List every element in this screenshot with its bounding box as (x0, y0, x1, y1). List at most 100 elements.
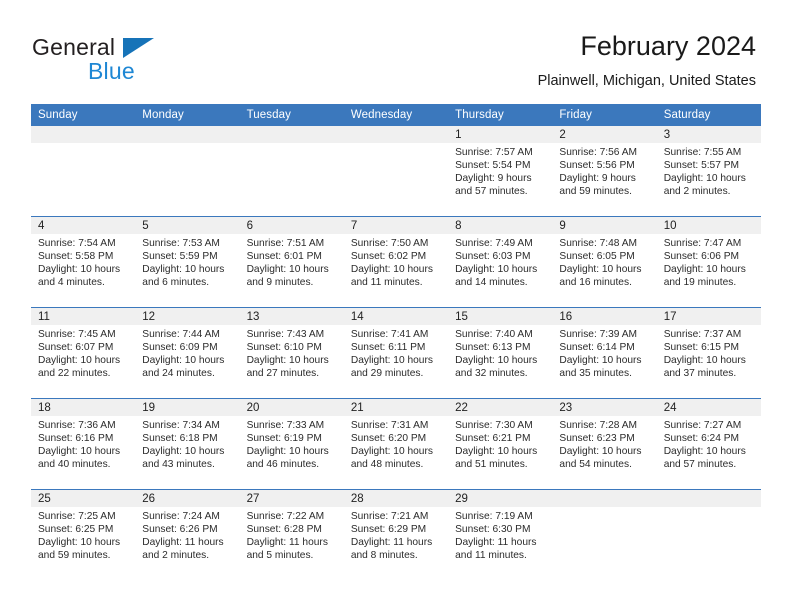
calendar-day-cell[interactable]: 15 Sunrise: 7:40 AM Sunset: 6:13 PM Dayligh… (448, 307, 553, 399)
daylight-duration-line2: and 57 minutes. (663, 459, 737, 471)
daylight-duration-line2: and 40 minutes. (38, 459, 111, 471)
calendar-day-cell[interactable]: 21 Sunrise: 7:31 AM Sunset: 6:20 PM Dayligh… (343, 398, 449, 490)
sunset-time: Sunset: 6:03 PM (455, 251, 531, 263)
calendar-day-cell[interactable]: 23 Sunrise: 7:28 AM Sunset: 6:23 PM Dayligh… (552, 398, 657, 490)
sunset-time: Sunset: 6:29 PM (350, 524, 427, 536)
day-number: 13 (239, 308, 344, 325)
logo-text-blue: Blue (88, 58, 135, 84)
calendar-day-cell[interactable]: 16 Sunrise: 7:39 AM Sunset: 6:14 PM Dayligh… (552, 307, 657, 399)
daylight-duration-line1: Daylight: 10 hours (455, 446, 538, 458)
sunset-time: Sunset: 6:26 PM (142, 524, 218, 536)
day-cell-inner: 16 Sunrise: 7:39 AM Sunset: 6:14 PM Dayligh… (552, 308, 657, 398)
sunrise-time: Sunrise: 7:45 AM (38, 329, 116, 340)
daylight-duration-line2: and 29 minutes. (350, 368, 424, 380)
sunrise-time: Sunrise: 7:54 AM (38, 238, 116, 249)
calendar-day-cell[interactable]: 3 Sunrise: 7:55 AM Sunset: 5:57 PM Daylight… (656, 126, 761, 217)
calendar-day-cell[interactable]: 8 Sunrise: 7:49 AM Sunset: 6:03 PM Daylight… (448, 216, 553, 308)
day-cell-inner: 14 Sunrise: 7:41 AM Sunset: 6:11 PM Dayligh… (343, 308, 449, 398)
sunrise-time: Sunrise: 7:55 AM (663, 147, 742, 158)
calendar-day-cell[interactable]: 24 Sunrise: 7:27 AM Sunset: 6:24 PM Dayligh… (656, 398, 761, 490)
day-cell-inner (552, 490, 657, 580)
calendar-day-cell[interactable]: 22 Sunrise: 7:30 AM Sunset: 6:21 PM Dayligh… (448, 398, 553, 490)
calendar-day-cell[interactable]: 26 Sunrise: 7:24 AM Sunset: 6:26 PM Dayligh… (135, 489, 240, 580)
calendar-day-cell[interactable]: 1 Sunrise: 7:57 AM Sunset: 5:54 PM Daylight… (448, 126, 553, 217)
daylight-duration-line2: and 22 minutes. (38, 368, 111, 380)
daylight-duration-line2: and 54 minutes. (559, 459, 632, 471)
sunset-time: Sunset: 6:28 PM (246, 524, 322, 536)
calendar-day-cell[interactable]: 13 Sunrise: 7:43 AM Sunset: 6:10 PM Dayligh… (239, 307, 344, 399)
day-details: Sunrise: 7:22 AM Sunset: 6:28 PM Daylight:… (240, 507, 344, 562)
weekday-header-saturday: Saturday (656, 104, 761, 126)
sunset-time: Sunset: 6:02 PM (350, 251, 427, 263)
day-number: 3 (656, 126, 761, 143)
day-number: 4 (31, 217, 136, 234)
sunrise-time: Sunrise: 7:31 AM (350, 420, 429, 431)
day-cell-inner: 2 Sunrise: 7:56 AM Sunset: 5:56 PM Daylight… (552, 126, 657, 216)
day-details: Sunrise: 7:36 AM Sunset: 6:16 PM Daylight:… (31, 416, 135, 471)
daylight-duration-line2: and 9 minutes. (246, 277, 314, 289)
day-number: 18 (31, 399, 136, 416)
calendar-day-cell[interactable]: 28 Sunrise: 7:21 AM Sunset: 6:29 PM Dayligh… (343, 489, 449, 580)
calendar-day-cell[interactable]: 25 Sunrise: 7:25 AM Sunset: 6:25 PM Dayligh… (31, 489, 136, 580)
calendar-day-cell[interactable]: 11 Sunrise: 7:45 AM Sunset: 6:07 PM Dayligh… (31, 307, 136, 399)
sunrise-time: Sunrise: 7:30 AM (455, 420, 533, 431)
daylight-duration-line1: Daylight: 11 hours (350, 537, 433, 549)
day-details: Sunrise: 7:44 AM Sunset: 6:09 PM Daylight:… (135, 325, 239, 380)
calendar-day-cell[interactable]: 29 Sunrise: 7:19 AM Sunset: 6:30 PM Dayligh… (448, 489, 553, 580)
day-number: 25 (31, 490, 136, 507)
sunset-time: Sunset: 6:09 PM (142, 342, 218, 354)
day-number (343, 126, 449, 143)
calendar-day-cell[interactable]: 18 Sunrise: 7:36 AM Sunset: 6:16 PM Dayligh… (31, 398, 136, 490)
day-details: Sunrise: 7:40 AM Sunset: 6:13 PM Daylight:… (448, 325, 552, 380)
calendar-day-cell[interactable]: 20 Sunrise: 7:33 AM Sunset: 6:19 PM Dayligh… (239, 398, 344, 490)
daylight-duration-line1: Daylight: 10 hours (455, 264, 538, 276)
sunset-time: Sunset: 5:56 PM (559, 160, 635, 172)
day-number: 20 (239, 399, 344, 416)
calendar-day-cell[interactable]: 7 Sunrise: 7:50 AM Sunset: 6:02 PM Daylight… (343, 216, 449, 308)
day-number: 23 (552, 399, 657, 416)
calendar-day-cell[interactable]: 6 Sunrise: 7:51 AM Sunset: 6:01 PM Daylight… (239, 216, 344, 308)
daylight-duration-line1: Daylight: 11 hours (246, 537, 328, 549)
day-number: 12 (135, 308, 240, 325)
daylight-duration-line2: and 2 minutes. (142, 550, 210, 562)
calendar-day-cell[interactable]: 5 Sunrise: 7:53 AM Sunset: 5:59 PM Daylight… (135, 216, 240, 308)
page-title: February 2024 (580, 31, 756, 61)
calendar-page: General Blue February 2024 Plainwell, Mi… (0, 0, 792, 612)
sunrise-time: Sunrise: 7:48 AM (559, 238, 637, 249)
calendar-day-cell[interactable]: 19 Sunrise: 7:34 AM Sunset: 6:18 PM Dayligh… (135, 398, 240, 490)
daylight-duration-line1: Daylight: 9 hours (559, 173, 636, 185)
day-cell-inner: 4 Sunrise: 7:54 AM Sunset: 5:58 PM Daylight… (31, 217, 136, 307)
calendar-day-cell[interactable]: 9 Sunrise: 7:48 AM Sunset: 6:05 PM Daylight… (552, 216, 657, 308)
day-cell-inner: 20 Sunrise: 7:33 AM Sunset: 6:19 PM Dayligh… (239, 399, 344, 489)
calendar-day-cell[interactable]: 17 Sunrise: 7:37 AM Sunset: 6:15 PM Dayligh… (656, 307, 761, 399)
calendar-day-cell[interactable]: 2 Sunrise: 7:56 AM Sunset: 5:56 PM Daylight… (552, 126, 657, 217)
logo-triangle-icon (123, 38, 154, 58)
day-details: Sunrise: 7:55 AM Sunset: 5:57 PM Daylight:… (657, 143, 761, 198)
day-cell-inner: 10 Sunrise: 7:47 AM Sunset: 6:06 PM Dayligh… (656, 217, 761, 307)
calendar-day-cell[interactable]: 10 Sunrise: 7:47 AM Sunset: 6:06 PM Dayligh… (656, 216, 761, 308)
day-number: 16 (552, 308, 657, 325)
day-cell-inner: 7 Sunrise: 7:50 AM Sunset: 6:02 PM Daylight… (343, 217, 449, 307)
sunrise-time: Sunrise: 7:21 AM (350, 511, 429, 522)
calendar-day-cell-empty (552, 489, 657, 580)
daylight-duration-line1: Daylight: 10 hours (38, 355, 121, 367)
calendar-header-row: Sunday Monday Tuesday Wednesday Thursday… (31, 104, 761, 126)
day-cell-inner: 19 Sunrise: 7:34 AM Sunset: 6:18 PM Dayligh… (135, 399, 240, 489)
daylight-duration-line2: and 16 minutes. (559, 277, 632, 289)
daylight-duration-line2: and 5 minutes. (246, 550, 314, 562)
logo-text-general: General (32, 34, 116, 60)
day-number: 14 (343, 308, 449, 325)
calendar-day-cell[interactable]: 14 Sunrise: 7:41 AM Sunset: 6:11 PM Dayligh… (343, 307, 449, 399)
calendar-day-cell[interactable]: 12 Sunrise: 7:44 AM Sunset: 6:09 PM Dayligh… (135, 307, 240, 399)
daylight-duration-line1: Daylight: 10 hours (38, 446, 121, 458)
daylight-duration-line2: and 37 minutes. (663, 368, 737, 380)
sunset-time: Sunset: 6:01 PM (246, 251, 322, 263)
daylight-duration-line1: Daylight: 10 hours (663, 446, 746, 458)
general-blue-logo[interactable]: General Blue (32, 34, 232, 90)
sunset-time: Sunset: 6:14 PM (559, 342, 635, 354)
day-number: 5 (135, 217, 240, 234)
sunrise-time: Sunrise: 7:19 AM (455, 511, 533, 522)
day-details: Sunrise: 7:37 AM Sunset: 6:15 PM Daylight:… (657, 325, 761, 380)
calendar-day-cell[interactable]: 4 Sunrise: 7:54 AM Sunset: 5:58 PM Daylight… (31, 216, 136, 308)
calendar-day-cell[interactable]: 27 Sunrise: 7:22 AM Sunset: 6:28 PM Dayligh… (239, 489, 344, 580)
